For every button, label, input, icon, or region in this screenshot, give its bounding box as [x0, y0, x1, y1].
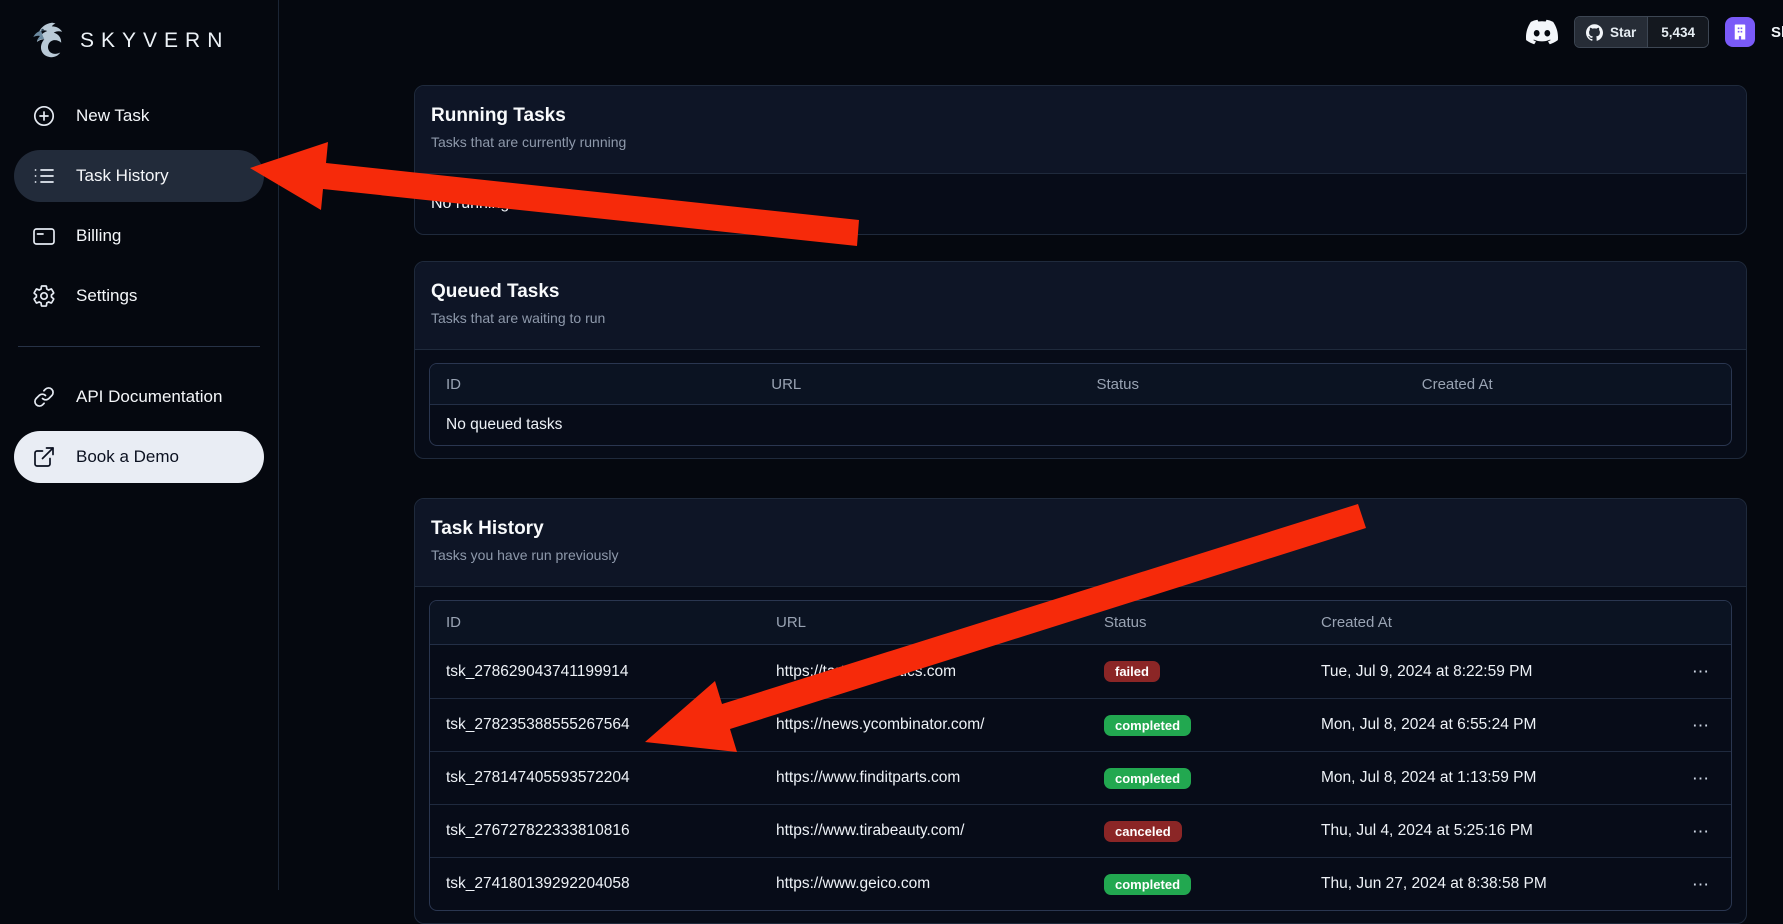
task-url-cell: https://www.tirabeauty.com/: [760, 822, 1088, 840]
brand-name: SKYVERN: [80, 29, 229, 53]
created-at-cell: Thu, Jun 27, 2024 at 8:38:58 PM: [1305, 875, 1661, 893]
running-tasks-card: Running Tasks Tasks that are currently r…: [414, 85, 1747, 235]
table-row[interactable]: tsk_276727822333810816 https://www.tirab…: [430, 804, 1731, 857]
ellipsis-icon: ⋯: [1692, 716, 1711, 735]
column-header: URL: [755, 376, 1080, 393]
queued-tasks-header: Queued Tasks Tasks that are waiting to r…: [415, 262, 1746, 350]
sidebar-item-book-a-demo[interactable]: Book a Demo: [14, 431, 264, 483]
gear-icon: [32, 284, 56, 308]
status-badge: failed: [1104, 661, 1160, 682]
row-actions-button[interactable]: ⋯: [1688, 768, 1715, 789]
column-header: Created At: [1406, 376, 1731, 393]
row-actions-button[interactable]: ⋯: [1688, 874, 1715, 895]
task-url-cell: https://tartecosmetics.com: [760, 663, 1088, 681]
list-icon: [32, 164, 56, 188]
status-badge: completed: [1104, 874, 1191, 895]
table-row[interactable]: tsk_274180139292204058 https://www.geico…: [430, 857, 1731, 910]
sidebar-item-label: New Task: [76, 106, 149, 126]
task-url-cell: https://www.finditparts.com: [760, 769, 1088, 787]
card-description: Tasks that are currently running: [431, 134, 1730, 150]
column-header: Status: [1088, 614, 1305, 631]
sidebar-item-api-documentation[interactable]: API Documentation: [14, 371, 264, 423]
card-description: Tasks that are waiting to run: [431, 310, 1730, 326]
sidebar-item-settings[interactable]: Settings: [14, 270, 264, 322]
primary-nav: New Task Task History Billing Settings: [14, 90, 264, 483]
card-title: Queued Tasks: [431, 281, 1730, 303]
ellipsis-icon: ⋯: [1692, 822, 1711, 841]
sidebar-item-billing[interactable]: Billing: [14, 210, 264, 262]
table-header-row: IDURLStatusCreated At: [430, 364, 1731, 405]
status-badge: completed: [1104, 715, 1191, 736]
card-title: Running Tasks: [431, 105, 1730, 127]
running-tasks-header: Running Tasks Tasks that are currently r…: [415, 86, 1746, 174]
card-title: Task History: [431, 518, 1730, 540]
table-row[interactable]: tsk_278629043741199914 https://tartecosm…: [430, 645, 1731, 698]
sidebar-item-label: API Documentation: [76, 387, 222, 407]
link-icon: [32, 385, 56, 409]
ellipsis-icon: ⋯: [1692, 662, 1711, 681]
task-id-cell: tsk_278629043741199914: [430, 663, 760, 681]
sidebar-item-label: Billing: [76, 226, 121, 246]
queued-tasks-table: IDURLStatusCreated At No queued tasks: [429, 363, 1732, 446]
task-id-cell: tsk_274180139292204058: [430, 875, 760, 893]
task-id-cell: tsk_278147405593572204: [430, 769, 760, 787]
table-row: No queued tasks: [430, 405, 1731, 445]
row-actions-button[interactable]: ⋯: [1688, 821, 1715, 842]
sidebar-divider: [18, 346, 260, 347]
task-history-header: Task History Tasks you have run previous…: [415, 499, 1746, 587]
table-header-row: IDURLStatusCreated At: [430, 601, 1731, 645]
sidebar-item-task-history[interactable]: Task History: [14, 150, 264, 202]
status-badge: completed: [1104, 768, 1191, 789]
task-id-cell: tsk_278235388555267564: [430, 716, 760, 734]
sidebar: SKYVERN New Task Task History Billing: [0, 0, 279, 890]
brand[interactable]: SKYVERN: [14, 10, 264, 72]
created-at-cell: Mon, Jul 8, 2024 at 6:55:24 PM: [1305, 716, 1661, 734]
external-link-icon: [32, 445, 56, 469]
sidebar-item-label: Book a Demo: [76, 447, 179, 467]
sidebar-item-label: Settings: [76, 286, 137, 306]
created-at-cell: Tue, Jul 9, 2024 at 8:22:59 PM: [1305, 663, 1661, 681]
task-url-cell: https://news.ycombinator.com/: [760, 716, 1088, 734]
status-badge: canceled: [1104, 821, 1182, 842]
table-row[interactable]: tsk_278147405593572204 https://www.findi…: [430, 751, 1731, 804]
skyvern-logo: [22, 18, 68, 64]
task-url-cell: https://www.geico.com: [760, 875, 1088, 893]
column-header: ID: [430, 376, 755, 393]
card-description: Tasks you have run previously: [431, 547, 1730, 563]
plus-circle-icon: [32, 104, 56, 128]
row-actions-button[interactable]: ⋯: [1688, 715, 1715, 736]
ellipsis-icon: ⋯: [1692, 769, 1711, 788]
table-row[interactable]: tsk_278235388555267564 https://news.ycom…: [430, 698, 1731, 751]
created-at-cell: Thu, Jul 4, 2024 at 5:25:16 PM: [1305, 822, 1661, 840]
column-header: Status: [1081, 376, 1406, 393]
created-at-cell: Mon, Jul 8, 2024 at 1:13:59 PM: [1305, 769, 1661, 787]
column-header: Created At: [1305, 614, 1661, 631]
task-history-card: Task History Tasks you have run previous…: [414, 498, 1747, 924]
table-body: tsk_278629043741199914 https://tartecosm…: [430, 645, 1731, 910]
credit-card-icon: [32, 224, 56, 248]
sidebar-item-new-task[interactable]: New Task: [14, 90, 264, 142]
sidebar-item-label: Task History: [76, 166, 169, 186]
queued-tasks-empty-state: No queued tasks: [430, 416, 1731, 434]
ellipsis-icon: ⋯: [1692, 875, 1711, 894]
column-header: URL: [760, 614, 1088, 631]
column-header: ID: [430, 614, 760, 631]
queued-tasks-card: Queued Tasks Tasks that are waiting to r…: [414, 261, 1747, 459]
running-tasks-empty-state: No running tasks: [415, 174, 1746, 234]
main-content: Running Tasks Tasks that are currently r…: [279, 0, 1783, 890]
row-actions-button[interactable]: ⋯: [1688, 661, 1715, 682]
task-history-table: IDURLStatusCreated At tsk_27862904374119…: [429, 600, 1732, 911]
task-id-cell: tsk_276727822333810816: [430, 822, 760, 840]
